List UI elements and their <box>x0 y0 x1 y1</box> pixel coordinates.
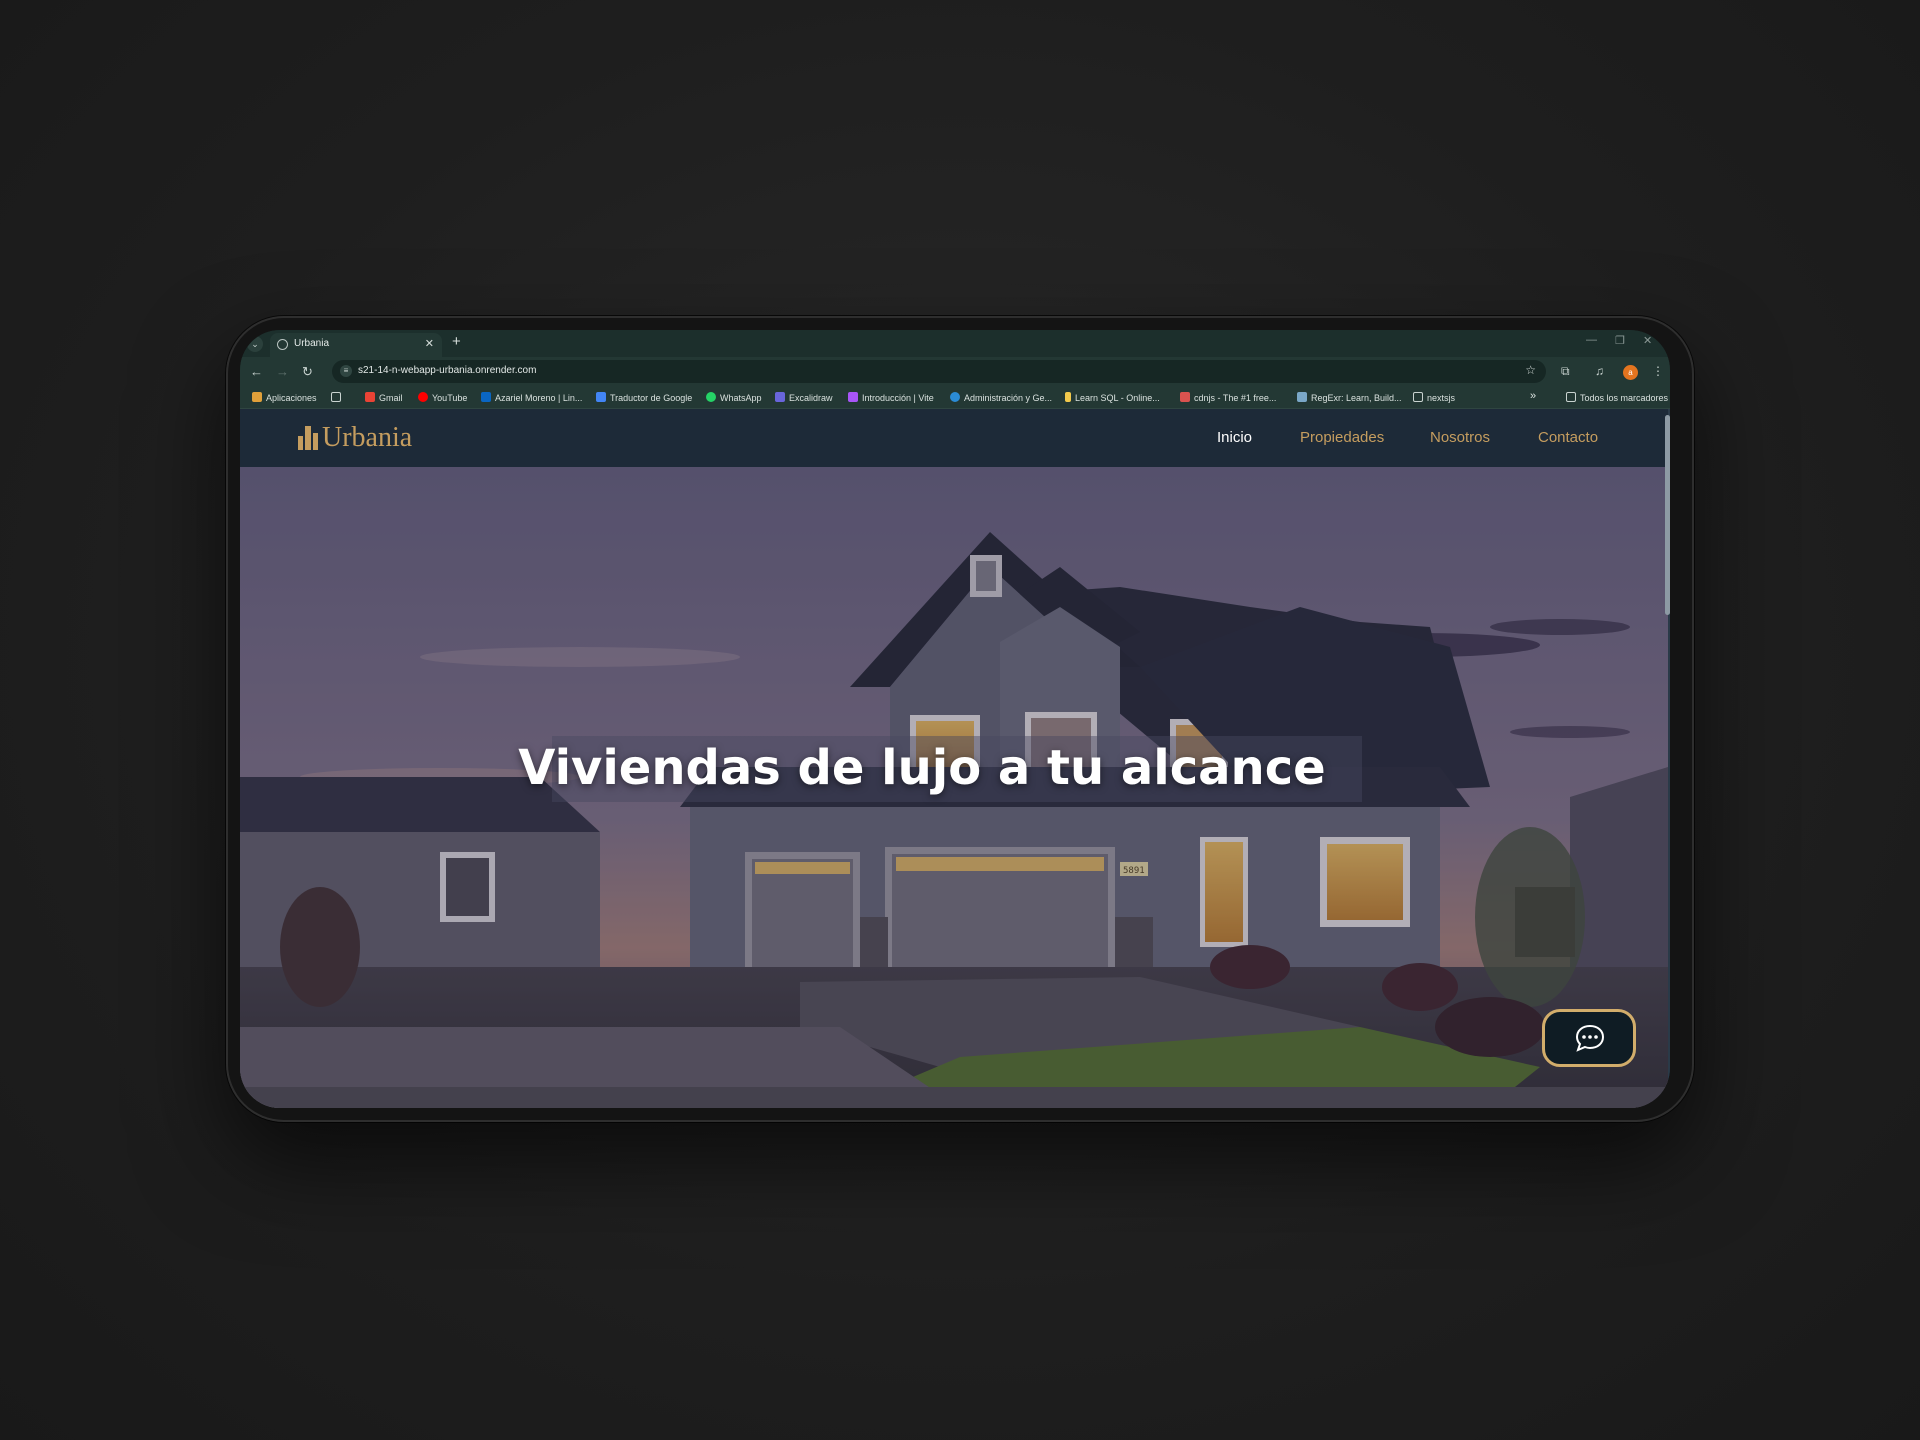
bookmark-excalidraw[interactable]: Excalidraw <box>775 392 833 403</box>
code-icon <box>1180 392 1190 402</box>
bookmark-regexr[interactable]: RegExr: Learn, Build... <box>1297 392 1402 403</box>
building-icon <box>298 426 320 450</box>
bookmark-linkedin[interactable]: Azariel Moreno | Lin... <box>481 392 582 403</box>
site-navbar: Urbania Inicio Propiedades Nosotros Cont… <box>240 409 1668 467</box>
bookmark-folder-nextsjs[interactable]: nextsjs <box>1413 392 1455 403</box>
logo-text: Urbania <box>322 422 413 453</box>
url-text[interactable]: s21-14-n-webapp-urbania.onrender.com <box>358 365 536 376</box>
bookmarks-bar: Aplicaciones Gmail YouTube Azariel Moren… <box>240 387 1670 409</box>
nav-nosotros[interactable]: Nosotros <box>1430 429 1490 446</box>
hero-section: 5891 Viviendas de lujo a tu alcance <box>240 467 1668 1108</box>
bookmark-whatsapp[interactable]: WhatsApp <box>706 392 762 403</box>
folder-icon <box>1413 392 1423 402</box>
tab-bar: ⌄ Urbania ✕ + — ❐ ✕ <box>240 330 1670 357</box>
bookmark-sql[interactable]: Learn SQL - Online... <box>1065 392 1160 403</box>
edge-icon <box>950 392 960 402</box>
tab-title: Urbania <box>294 338 330 349</box>
gmail-icon <box>365 392 375 402</box>
browser-toolbar: ← → ↻ ≡ s21-14-n-webapp-urbania.onrender… <box>240 357 1670 387</box>
chat-button[interactable] <box>1542 1009 1636 1067</box>
tab-search-icon[interactable]: ⌄ <box>247 336 263 352</box>
bookmarks-overflow-button[interactable]: » <box>1530 390 1536 402</box>
apps-grid-icon <box>252 392 262 402</box>
linkedin-icon <box>481 392 491 402</box>
hero-title: Viviendas de lujo a tu alcance <box>518 740 1326 796</box>
nav-contacto[interactable]: Contacto <box>1538 429 1598 446</box>
nav-inicio[interactable]: Inicio <box>1217 429 1252 446</box>
close-window-icon[interactable]: ✕ <box>1643 334 1652 347</box>
new-tab-button[interactable]: + <box>452 333 461 350</box>
chat-bubble-icon <box>1575 1024 1605 1052</box>
bookmark-youtube[interactable]: YouTube <box>418 392 467 403</box>
globe-icon <box>277 339 288 350</box>
close-tab-icon[interactable]: ✕ <box>425 337 434 350</box>
menu-kebab-icon[interactable]: ⋮ <box>1652 364 1664 378</box>
back-icon[interactable]: ← <box>250 364 263 379</box>
whatsapp-icon <box>706 392 716 402</box>
bookmark-gmail[interactable]: Gmail <box>365 392 403 403</box>
folder-icon <box>1566 392 1576 402</box>
page-scrollbar-thumb[interactable] <box>1665 415 1670 615</box>
address-bar[interactable]: ≡ s21-14-n-webapp-urbania.onrender.com ☆ <box>332 360 1546 383</box>
bookmark-vite[interactable]: Introducción | Vite <box>848 392 934 403</box>
forward-icon[interactable]: → <box>276 364 289 379</box>
media-controls-icon[interactable]: ♫ <box>1595 364 1604 378</box>
minimize-icon[interactable]: — <box>1586 334 1597 346</box>
excalidraw-icon <box>775 392 785 402</box>
tab-urbania[interactable]: Urbania ✕ <box>270 333 442 357</box>
bookmark-translate[interactable]: Traductor de Google <box>596 392 692 403</box>
grid-icon <box>331 392 341 402</box>
restore-icon[interactable]: ❐ <box>1615 334 1625 347</box>
nav-propiedades[interactable]: Propiedades <box>1300 429 1384 446</box>
sql-icon <box>1065 392 1071 402</box>
all-bookmarks-folder[interactable]: Todos los marcadores <box>1566 392 1668 403</box>
reload-icon[interactable]: ↻ <box>302 364 313 380</box>
youtube-icon <box>418 392 428 402</box>
site-info-icon[interactable]: ≡ <box>340 365 352 377</box>
bookmark-cdnjs[interactable]: cdnjs - The #1 free... <box>1180 392 1276 403</box>
bookmark-apps[interactable]: Aplicaciones <box>252 392 317 403</box>
vite-icon <box>848 392 858 402</box>
extensions-icon[interactable]: ⧉ <box>1561 364 1570 379</box>
bookmark-grid[interactable] <box>331 392 345 403</box>
translate-icon <box>596 392 606 402</box>
bookmark-star-icon[interactable]: ☆ <box>1525 363 1536 377</box>
regexr-icon <box>1297 392 1307 402</box>
profile-avatar[interactable]: a <box>1623 365 1638 380</box>
bookmark-edge[interactable]: Administración y Ge... <box>950 392 1052 403</box>
browser-window: ⌄ Urbania ✕ + — ❐ ✕ ← → ↻ ≡ s21-14-n-web… <box>240 330 1670 1108</box>
web-page: Urbania Inicio Propiedades Nosotros Cont… <box>240 409 1670 1108</box>
